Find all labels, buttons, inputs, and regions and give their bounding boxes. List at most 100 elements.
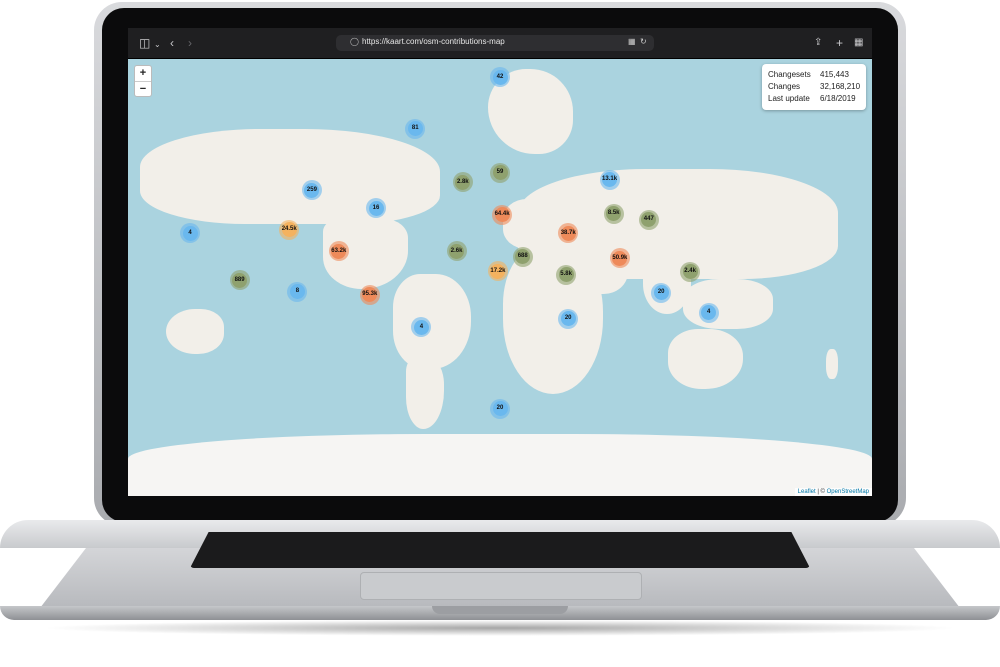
- cluster-count: 688: [515, 249, 531, 265]
- pacific-island-land: [166, 309, 224, 354]
- zoom-control: + −: [134, 65, 152, 97]
- share-icon[interactable]: ⇪: [814, 36, 822, 50]
- australia-land: [668, 329, 743, 389]
- cluster-count: 4: [413, 319, 429, 335]
- marker-cluster[interactable]: 889: [229, 270, 250, 291]
- cluster-count: 50.9k: [612, 250, 627, 266]
- cluster-count: 2.4k: [682, 264, 698, 280]
- cluster-count: 13.1k: [602, 172, 617, 188]
- laptop-screen: ◫ ⌄ ‹ › ◐ ◯ https://kaart.com/osm-contri…: [128, 28, 872, 496]
- chevron-down-icon[interactable]: ⌄: [154, 38, 161, 52]
- cluster-count: 20: [560, 311, 576, 327]
- back-icon[interactable]: ‹: [170, 36, 174, 50]
- south-america-south-land: [406, 359, 444, 429]
- cluster-count: 2.6k: [449, 243, 465, 259]
- cluster-count: 2.8k: [455, 174, 471, 190]
- marker-cluster[interactable]: 4: [698, 302, 719, 323]
- keyboard: [190, 532, 810, 568]
- stat-label: Last update: [768, 94, 810, 103]
- trackpad: [360, 572, 642, 600]
- stat-label: Changes: [768, 82, 801, 91]
- marker-cluster[interactable]: 81: [405, 118, 426, 139]
- cluster-count: 38.7k: [560, 225, 576, 241]
- stats-panel: Changesets 415,443 Changes 32,168,210 La…: [762, 64, 866, 110]
- address-bar[interactable]: ◯ https://kaart.com/osm-contributions-ma…: [336, 35, 654, 51]
- marker-cluster[interactable]: 5.8k: [556, 264, 577, 285]
- marker-cluster[interactable]: 50.9k: [609, 248, 630, 269]
- cluster-count: 42: [492, 69, 508, 85]
- marker-cluster[interactable]: 16: [366, 198, 386, 219]
- forward-icon[interactable]: ›: [188, 36, 192, 50]
- stat-changes: Changes 32,168,210: [768, 82, 860, 91]
- marker-cluster[interactable]: 95.3k: [359, 284, 380, 305]
- new-zealand-land: [826, 349, 838, 379]
- marker-cluster[interactable]: 63.2k: [328, 241, 349, 262]
- marker-cluster[interactable]: 688: [512, 246, 533, 267]
- marker-cluster[interactable]: 4: [411, 317, 432, 337]
- zoom-out-button[interactable]: −: [135, 82, 151, 97]
- stat-value: 32,168,210: [820, 82, 861, 91]
- stat-last-update: Last update 6/18/2019: [768, 94, 856, 103]
- europe-land: [503, 199, 563, 249]
- south-america-north-land: [393, 274, 471, 369]
- southeast-asia-land: [683, 279, 773, 329]
- stat-value: 415,443: [820, 70, 849, 79]
- tab-overview-icon[interactable]: ▦: [854, 36, 863, 50]
- marker-cluster[interactable]: 447: [638, 209, 659, 230]
- marker-cluster[interactable]: 4: [180, 223, 200, 244]
- cluster-count: 4: [182, 225, 198, 241]
- marker-cluster[interactable]: 64.4k: [492, 204, 513, 225]
- cluster-count: 5.8k: [558, 267, 574, 283]
- stat-value: 6/18/2019: [820, 94, 856, 103]
- world-map[interactable]: + − Changesets 415,443 Changes 32,168,21…: [128, 59, 872, 496]
- stat-label: Changesets: [768, 70, 811, 79]
- leaflet-link[interactable]: Leaflet: [798, 489, 816, 495]
- antarctica-land: [128, 434, 872, 496]
- cluster-count: 24.5k: [281, 222, 297, 238]
- marker-cluster[interactable]: 8: [287, 281, 308, 302]
- cluster-count: 4: [701, 305, 717, 321]
- new-tab-icon[interactable]: +: [836, 36, 843, 50]
- cluster-count: 20: [653, 285, 669, 301]
- cluster-count: 889: [232, 272, 248, 288]
- marker-cluster[interactable]: 2.4k: [680, 261, 701, 282]
- marker-cluster[interactable]: 24.5k: [279, 219, 300, 240]
- map-attribution: Leaflet | © OpenStreetMap: [794, 488, 872, 496]
- cluster-count: 95.3k: [362, 287, 377, 303]
- laptop-shadow: [40, 620, 960, 636]
- attribution-separator: | ©: [815, 489, 827, 495]
- cluster-count: 8.5k: [606, 206, 622, 222]
- cluster-count: 16: [368, 200, 384, 216]
- cluster-count: 259: [304, 182, 320, 198]
- cluster-count: 17.2k: [490, 263, 505, 279]
- translate-icon[interactable]: ▦: [628, 37, 636, 46]
- marker-cluster[interactable]: 8.5k: [603, 203, 624, 224]
- cluster-count: 59: [492, 165, 508, 181]
- marker-cluster[interactable]: 2.6k: [446, 241, 467, 262]
- stat-changesets: Changesets 415,443: [768, 70, 849, 79]
- cluster-count: 64.4k: [494, 207, 510, 223]
- cluster-count: 447: [641, 212, 657, 228]
- cluster-count: 81: [407, 121, 423, 137]
- marker-cluster[interactable]: 20: [651, 282, 672, 303]
- url-text: https://kaart.com/osm-contributions-map: [362, 37, 505, 46]
- reload-icon[interactable]: ↻: [640, 37, 647, 46]
- marker-cluster[interactable]: 17.2k: [487, 261, 508, 282]
- marker-cluster[interactable]: 259: [301, 180, 322, 201]
- cluster-count: 63.2k: [331, 243, 346, 259]
- marker-cluster[interactable]: 38.7k: [558, 223, 579, 244]
- cluster-count: 20: [492, 401, 508, 417]
- marker-cluster[interactable]: 2.8k: [452, 172, 473, 193]
- globe-icon: ◯: [350, 37, 359, 46]
- marker-cluster[interactable]: 13.1k: [599, 169, 620, 190]
- laptop-notch: [432, 606, 568, 614]
- zoom-in-button[interactable]: +: [135, 66, 151, 82]
- osm-link[interactable]: OpenStreetMap: [827, 489, 869, 495]
- browser-toolbar: ◫ ⌄ ‹ › ◐ ◯ https://kaart.com/osm-contri…: [128, 28, 872, 59]
- marker-cluster[interactable]: 59: [490, 162, 510, 183]
- cluster-count: 8: [289, 284, 305, 300]
- sidebar-icon[interactable]: ◫: [139, 36, 150, 50]
- marker-cluster[interactable]: 20: [490, 398, 510, 419]
- marker-cluster[interactable]: 20: [558, 308, 579, 329]
- marker-cluster[interactable]: 42: [490, 67, 510, 88]
